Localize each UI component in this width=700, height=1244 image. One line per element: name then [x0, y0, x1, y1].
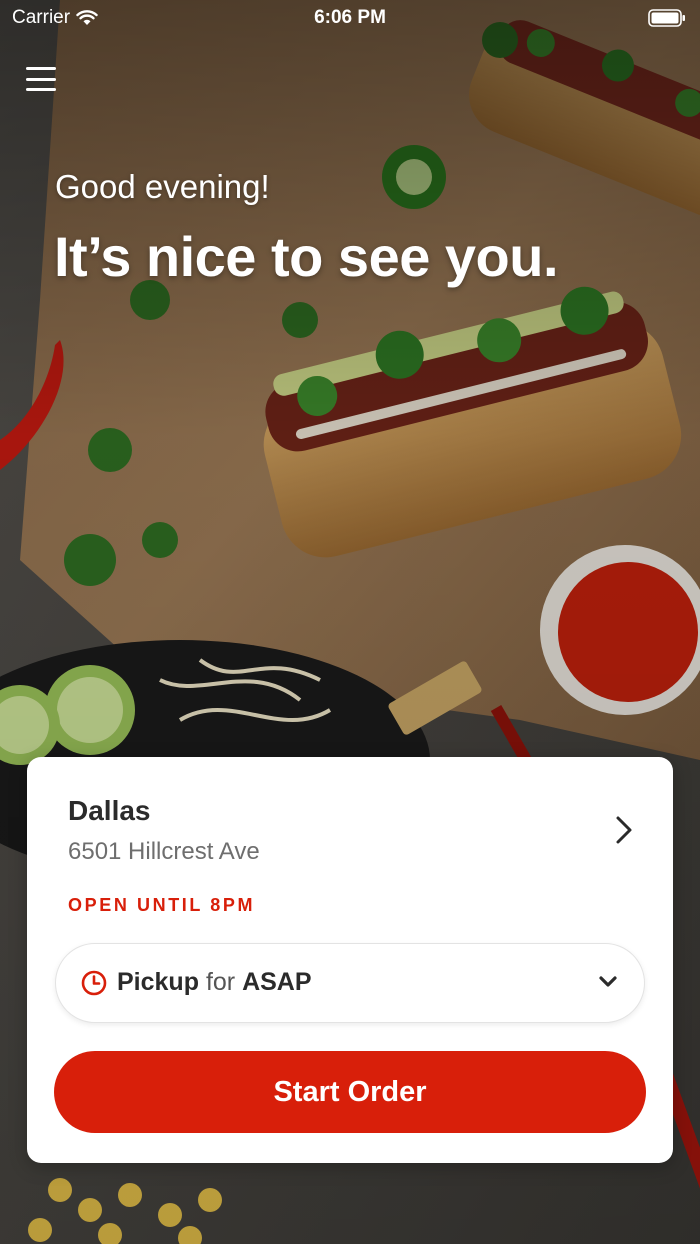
battery-icon	[648, 9, 685, 27]
location-address: 6501 Hillcrest Ave	[68, 838, 260, 865]
start-order-button[interactable]: Start Order	[54, 1051, 646, 1133]
menu-icon-bar	[26, 77, 56, 81]
order-card: Dallas 6501 Hillcrest Ave OPEN UNTIL 8PM…	[27, 757, 673, 1163]
menu-icon[interactable]	[26, 64, 56, 94]
greeting-text: Good evening!	[55, 168, 270, 205]
location-city: Dallas	[68, 795, 151, 826]
chevron-right-icon	[616, 816, 632, 844]
location-selector[interactable]: Dallas 6501 Hillcrest Ave	[27, 757, 673, 877]
pickup-summary: Pickup for ASAP	[117, 968, 312, 997]
page-title: It’s nice to see you.	[54, 225, 559, 288]
status-time: 6:06 PM	[314, 7, 386, 28]
menu-icon-bar	[26, 67, 56, 70]
open-status-badge: OPEN UNTIL 8PM	[68, 895, 256, 915]
order-method: Pickup	[117, 968, 199, 996]
menu-icon-bar	[26, 88, 56, 91]
order-time: ASAP	[242, 968, 312, 996]
pickup-time-dropdown[interactable]: Pickup for ASAP	[55, 943, 645, 1023]
order-connector: for	[205, 968, 236, 996]
status-bar: Carrier 6:06 PM	[0, 0, 700, 40]
chevron-down-icon	[599, 976, 617, 987]
clock-icon	[81, 970, 107, 996]
